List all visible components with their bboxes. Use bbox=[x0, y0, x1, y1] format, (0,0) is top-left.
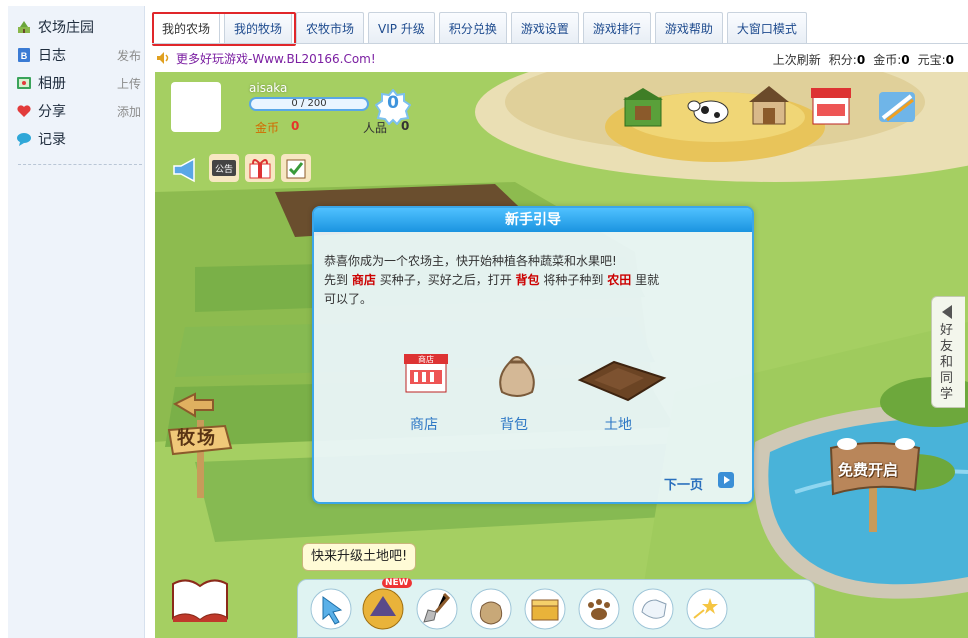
cursor-tool-icon[interactable] bbox=[308, 586, 354, 632]
guide-label-shop: 商店 bbox=[410, 417, 438, 433]
speaker-icon bbox=[156, 51, 172, 65]
highlight-shop: 商店 bbox=[351, 273, 376, 287]
glove-tool-icon[interactable] bbox=[630, 586, 676, 632]
upload-link[interactable]: 上传 bbox=[117, 75, 141, 92]
sidebar-item-label: 日志 bbox=[38, 48, 66, 64]
dialog-line-3: 可以了。 bbox=[324, 292, 373, 306]
player-panel: aisaka 0 / 200 0 金币 0 人品 0 bbox=[169, 80, 411, 142]
tabs-divider bbox=[152, 43, 968, 44]
record-icon bbox=[16, 131, 32, 147]
popularity-value: 0 bbox=[401, 119, 410, 133]
bag-icon[interactable] bbox=[494, 348, 540, 398]
sidebar-item-label: 记录 bbox=[38, 132, 66, 148]
book-icon[interactable] bbox=[171, 572, 229, 624]
sidebar-item-label: 相册 bbox=[38, 76, 66, 92]
upgrade-tool-icon[interactable] bbox=[360, 586, 406, 632]
highlight-bag: 背包 bbox=[515, 273, 540, 287]
paw-tool-icon[interactable] bbox=[576, 586, 622, 632]
tab-my-ranch[interactable]: 我的牧场 bbox=[224, 12, 293, 43]
sidebar-item-blog[interactable]: B 日志 发布 bbox=[16, 44, 141, 66]
share-icon bbox=[16, 103, 32, 119]
loudspeaker-icon[interactable] bbox=[171, 154, 203, 186]
treasure-chest-tool-icon[interactable] bbox=[522, 586, 568, 632]
shovel-tool-icon[interactable] bbox=[414, 586, 460, 632]
shooting-star-tool-icon[interactable] bbox=[684, 586, 730, 632]
promo-link[interactable]: 更多好玩游戏-Www.BL20166.Com! bbox=[176, 50, 376, 67]
player-name: aisaka bbox=[249, 81, 288, 95]
svg-text:B: B bbox=[21, 51, 28, 61]
points-stat: 积分:0 bbox=[828, 53, 866, 67]
level-number: 0 bbox=[387, 93, 399, 113]
sidebar-item-label: 农场庄园 bbox=[38, 20, 94, 36]
notice-icon[interactable]: 公告 bbox=[209, 154, 239, 182]
exp-text: 0 / 200 bbox=[291, 98, 327, 109]
avatar[interactable] bbox=[171, 82, 221, 132]
add-link[interactable]: 添加 bbox=[117, 103, 141, 120]
new-badge: NEW bbox=[382, 578, 412, 588]
ranch-sign-label: 牧场 bbox=[177, 428, 217, 449]
coins-stat: 金币:0 bbox=[873, 53, 910, 67]
friends-panel-toggle[interactable]: 好友和同学 bbox=[931, 296, 965, 408]
newbie-guide-dialog: 新手引导 恭喜你成为一个农场主，快开始种植各种蔬菜和水果吧! 先到 商店 买种子… bbox=[312, 206, 754, 504]
popularity-label: 人品 bbox=[363, 121, 388, 135]
tab-market[interactable]: 农牧市场 bbox=[296, 12, 365, 43]
dialog-line-2: 先到 商店 买种子，买好之后，打开 背包 将种子种到 农田 里就 bbox=[324, 273, 660, 287]
guide-label-land: 土地 bbox=[604, 417, 632, 433]
land-icon[interactable] bbox=[574, 358, 668, 402]
game-viewport[interactable]: aisaka 0 / 200 0 金币 0 人品 0 公告 牧场 免费开启 好友… bbox=[155, 72, 968, 638]
left-icon-row: 公告 bbox=[171, 154, 311, 186]
gold-value: 0 bbox=[291, 119, 300, 133]
tab-my-farm[interactable]: 我的农场 bbox=[152, 12, 221, 43]
svg-text:公告: 公告 bbox=[215, 163, 233, 175]
shop-building-icon[interactable] bbox=[807, 82, 855, 128]
tab-help[interactable]: 游戏帮助 bbox=[654, 12, 723, 43]
last-refresh-link[interactable]: 上次刷新 bbox=[773, 51, 821, 68]
top-tabs: 我的农场 我的牧场 农牧市场 VIP 升级 积分兑换 游戏设置 游戏排行 游戏帮… bbox=[152, 12, 811, 44]
tab-large-window[interactable]: 大窗口模式 bbox=[726, 12, 807, 43]
gold-label: 金币 bbox=[255, 121, 280, 135]
yuanbao-stat: 元宝:0 bbox=[917, 53, 954, 67]
guide-label-bag: 背包 bbox=[500, 417, 528, 433]
sidebar-divider bbox=[18, 164, 142, 165]
sidebar: 农场庄园 B 日志 发布 相册 上传 分享 添加 记录 bbox=[8, 6, 145, 638]
free-open-signpost[interactable] bbox=[827, 438, 923, 534]
dialog-title: 新手引导 bbox=[314, 208, 752, 232]
upgrade-land-tooltip: 快来升级土地吧! bbox=[302, 543, 417, 571]
svg-text:商店: 商店 bbox=[418, 354, 434, 364]
exp-bar: 0 / 200 bbox=[249, 97, 369, 111]
sidebar-item-label: 分享 bbox=[38, 104, 66, 120]
sidebar-item-album[interactable]: 相册 上传 bbox=[16, 72, 141, 94]
sidebar-item-share[interactable]: 分享 添加 bbox=[16, 100, 141, 122]
tab-ranking[interactable]: 游戏排行 bbox=[582, 12, 651, 43]
next-page-link[interactable]: 下一页 bbox=[664, 474, 703, 493]
sidebar-item-record[interactable]: 记录 bbox=[16, 128, 141, 150]
tab-game-settings[interactable]: 游戏设置 bbox=[510, 12, 579, 43]
farm-icon bbox=[16, 19, 32, 35]
free-open-label: 免费开启 bbox=[838, 461, 899, 479]
shop-icon[interactable]: 商店 bbox=[402, 350, 450, 396]
arrow-right-icon[interactable] bbox=[718, 472, 734, 488]
publish-link[interactable]: 发布 bbox=[117, 47, 141, 64]
info-bar: 更多好玩游戏-Www.BL20166.Com! 上次刷新 积分:0 金币:0 元… bbox=[152, 48, 968, 68]
decoration-icon[interactable] bbox=[873, 82, 921, 128]
dialog-body: 恭喜你成为一个农场主，快开始种植各种蔬菜和水果吧! 先到 商店 买种子，买好之后… bbox=[324, 252, 742, 309]
tab-vip[interactable]: VIP 升级 bbox=[368, 12, 435, 43]
task-icon[interactable] bbox=[281, 154, 311, 182]
friends-tab-label: 好友和同学 bbox=[940, 323, 954, 402]
storehouse-icon[interactable] bbox=[745, 82, 793, 128]
chevron-left-icon bbox=[942, 305, 952, 319]
cow-ranch-icon[interactable] bbox=[685, 84, 733, 130]
blog-icon: B bbox=[16, 47, 32, 63]
seed-bag-tool-icon[interactable] bbox=[468, 586, 514, 632]
sidebar-item-farm[interactable]: 农场庄园 bbox=[16, 16, 141, 38]
warehouse-building-icon[interactable] bbox=[619, 84, 667, 130]
stats: 上次刷新 积分:0 金币:0 元宝:0 bbox=[773, 51, 954, 68]
tab-points-exchange[interactable]: 积分兑换 bbox=[438, 12, 507, 43]
album-icon bbox=[16, 75, 32, 91]
tool-bar: NEW bbox=[297, 578, 815, 638]
highlight-field: 农田 bbox=[607, 273, 632, 287]
gift-icon[interactable] bbox=[245, 154, 275, 182]
dialog-line-1: 恭喜你成为一个农场主，快开始种植各种蔬菜和水果吧! bbox=[324, 254, 617, 268]
